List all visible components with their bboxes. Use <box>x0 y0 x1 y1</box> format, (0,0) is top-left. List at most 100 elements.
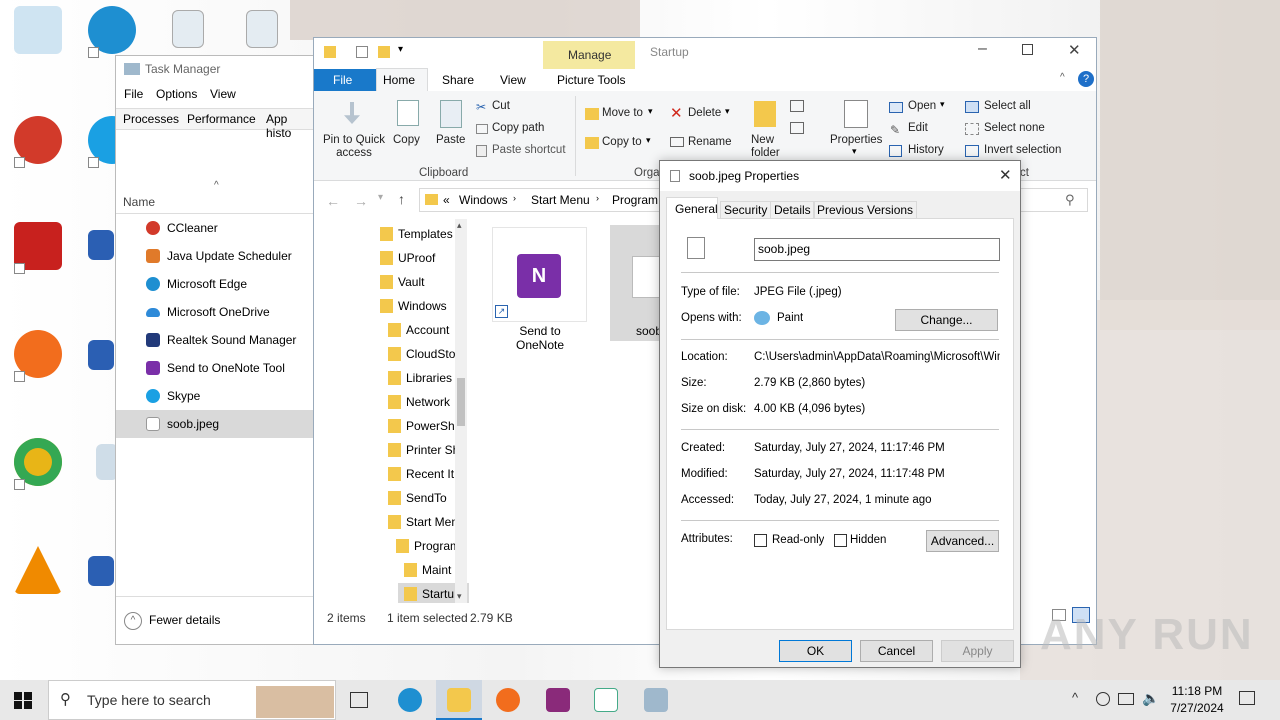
minimize-button[interactable]: – <box>978 40 987 58</box>
copy-button[interactable]: Copy <box>393 134 420 146</box>
history-button[interactable]: History <box>908 144 944 156</box>
open-button[interactable]: Open <box>908 100 936 112</box>
back-button[interactable]: ← <box>326 193 340 209</box>
apply-button[interactable]: Apply <box>941 640 1014 662</box>
cut-button[interactable]: Cut <box>492 100 510 112</box>
select-all-button[interactable]: Select all <box>984 100 1031 112</box>
menu-options[interactable]: Options <box>156 87 197 101</box>
process-row[interactable]: Realtek Sound Manager <box>116 326 314 354</box>
task-manager-icon[interactable] <box>644 688 668 712</box>
delete-dropdown-icon[interactable]: ▾ <box>725 106 730 117</box>
menu-view[interactable]: View <box>210 87 236 101</box>
notifications-icon[interactable] <box>1239 691 1255 705</box>
easy-access-icon[interactable] <box>790 122 804 134</box>
notepad-icon[interactable] <box>594 688 618 712</box>
image-file-icon[interactable] <box>172 10 204 48</box>
tab-share[interactable]: Share <box>442 73 474 87</box>
firefox-icon[interactable] <box>14 330 62 382</box>
edit-button[interactable]: Edit <box>908 122 928 134</box>
copy-to-button[interactable]: Copy to <box>602 136 642 148</box>
tab-performance[interactable]: Performance <box>187 112 256 126</box>
chevron-up-icon[interactable]: ^ <box>1072 690 1078 705</box>
new-folder-qa-icon[interactable] <box>378 46 390 58</box>
copy-to-dropdown-icon[interactable]: ▾ <box>646 135 651 146</box>
forward-button[interactable]: → <box>354 193 368 209</box>
recent-dropdown-icon[interactable]: ▾ <box>378 192 383 203</box>
manage-tab-label[interactable]: Manage <box>568 48 611 62</box>
maximize-button[interactable] <box>1022 44 1033 55</box>
network-icon[interactable] <box>1118 693 1134 705</box>
change-button[interactable]: Change... <box>895 309 998 331</box>
tab-picture-tools[interactable]: Picture Tools <box>557 73 625 87</box>
delete-button[interactable]: Delete <box>688 107 721 119</box>
breadcrumb-start-menu[interactable]: Start Menu <box>531 193 590 207</box>
properties-dropdown-icon[interactable]: ▾ <box>852 146 857 157</box>
clock-time[interactable]: 11:18 PM <box>1169 684 1225 698</box>
clock-date[interactable]: 7/27/2024 <box>1165 701 1229 715</box>
tab-app-history[interactable]: App histo <box>266 112 316 140</box>
process-row[interactable]: Send to OneNote Tool <box>116 354 314 382</box>
readonly-checkbox[interactable] <box>754 534 767 547</box>
select-none-button[interactable]: Select none <box>984 122 1045 134</box>
fewer-details-link[interactable]: Fewer details <box>149 613 220 627</box>
qa-dropdown-icon[interactable]: ▾ <box>398 44 403 55</box>
ccleaner-icon[interactable] <box>14 116 62 168</box>
rename-button[interactable]: Rename <box>688 136 731 148</box>
new-folder-button[interactable]: New folder <box>751 134 783 160</box>
scroll-up-icon[interactable]: ▴ <box>457 220 462 231</box>
hidden-checkbox[interactable] <box>834 534 847 547</box>
process-row-selected[interactable]: soob.jpeg <box>116 410 314 438</box>
chrome-icon[interactable] <box>14 438 62 490</box>
process-row[interactable]: Microsoft OneDrive <box>116 298 314 326</box>
new-item-icon[interactable] <box>790 100 804 112</box>
close-button[interactable]: ✕ <box>1068 41 1081 59</box>
breadcrumb-windows[interactable]: Windows <box>459 193 508 207</box>
security-icon[interactable] <box>1096 692 1110 706</box>
volume-icon[interactable]: 🔈 <box>1142 690 1159 707</box>
column-name[interactable]: Name <box>123 195 155 209</box>
tab-processes[interactable]: Processes <box>123 112 179 126</box>
properties-qa-icon[interactable] <box>356 46 368 58</box>
open-dropdown-icon[interactable]: ▾ <box>940 99 945 110</box>
tab-previous-versions[interactable]: Previous Versions <box>813 201 918 219</box>
word-icon[interactable] <box>88 340 114 370</box>
acrobat-icon[interactable] <box>14 222 62 274</box>
word-icon[interactable] <box>88 230 114 260</box>
word-icon[interactable] <box>88 556 114 586</box>
tab-view[interactable]: View <box>500 73 526 87</box>
search-box[interactable] <box>1020 188 1088 212</box>
up-button[interactable]: ↑ <box>398 191 405 207</box>
ribbon-collapse-icon[interactable]: ^ <box>1060 72 1065 83</box>
edge-icon[interactable] <box>88 6 136 58</box>
image-file-icon[interactable] <box>246 10 278 48</box>
menu-file[interactable]: File <box>124 87 143 101</box>
breadcrumb-overflow[interactable]: « <box>443 193 450 207</box>
nav-scrollbar-thumb[interactable] <box>457 378 465 426</box>
cancel-button[interactable]: Cancel <box>860 640 933 662</box>
paste-shortcut-button[interactable]: Paste shortcut <box>492 144 566 156</box>
chevron-up-icon[interactable]: ^ <box>124 612 142 630</box>
close-icon[interactable]: ✕ <box>999 166 1012 184</box>
advanced-button[interactable]: Advanced... <box>926 530 999 552</box>
ok-button[interactable]: OK <box>779 640 852 662</box>
tab-security[interactable]: Security <box>720 201 772 219</box>
process-row[interactable]: Skype <box>116 382 314 410</box>
process-row[interactable]: Microsoft Edge <box>116 270 314 298</box>
breadcrumb-programs[interactable]: Program <box>612 193 658 207</box>
process-row[interactable]: Java Update Scheduler <box>116 242 314 270</box>
tab-details[interactable]: Details <box>770 201 815 219</box>
invert-selection-button[interactable]: Invert selection <box>984 144 1061 156</box>
edge-icon[interactable] <box>398 688 422 712</box>
copy-path-button[interactable]: Copy path <box>492 122 544 134</box>
pin-to-quick-access-button[interactable]: Pin to Quick access <box>322 134 386 160</box>
process-row[interactable]: CCleaner <box>116 214 314 242</box>
scroll-down-icon[interactable]: ▾ <box>457 591 462 602</box>
move-to-dropdown-icon[interactable]: ▾ <box>648 106 653 117</box>
paste-button[interactable]: Paste <box>436 134 465 146</box>
start-button[interactable] <box>14 692 32 709</box>
move-to-button[interactable]: Move to <box>602 107 643 119</box>
firefox-icon[interactable] <box>496 688 520 712</box>
help-icon[interactable]: ? <box>1078 71 1094 87</box>
task-view-icon[interactable] <box>350 692 368 708</box>
recycle-bin-icon[interactable] <box>14 6 62 54</box>
